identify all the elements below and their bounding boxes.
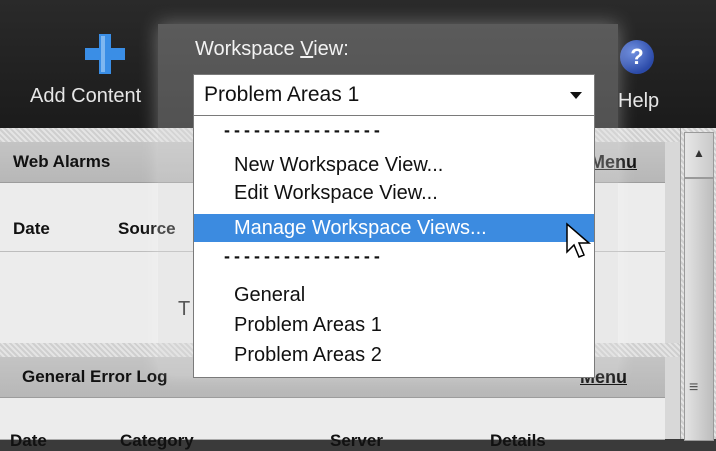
- column-header-date[interactable]: Date: [10, 431, 47, 451]
- web-alarms-title: Web Alarms: [13, 152, 111, 171]
- workspace-view-dropdown[interactable]: Problem Areas 1: [193, 74, 595, 116]
- view-option-problem-areas-2[interactable]: Problem Areas 2: [194, 341, 594, 369]
- separator: ----------------: [224, 120, 384, 140]
- workspace-view-label: Workspace View:: [195, 38, 349, 60]
- column-header-date[interactable]: Date: [13, 219, 50, 239]
- plus-icon: [85, 34, 125, 74]
- separator: ----------------: [224, 246, 384, 266]
- manage-workspace-views-option[interactable]: Manage Workspace Views...: [194, 214, 594, 242]
- general-error-log-body: Date Category Server Details: [0, 398, 665, 450]
- column-header-details[interactable]: Details: [490, 431, 546, 451]
- help-label: Help: [618, 90, 660, 112]
- new-workspace-view-option[interactable]: New Workspace View...: [194, 151, 594, 179]
- scroll-thumb[interactable]: ≡: [684, 178, 714, 441]
- column-header-server[interactable]: Server: [330, 431, 383, 451]
- chevron-down-icon[interactable]: [570, 92, 582, 99]
- general-error-log-title: General Error Log: [22, 367, 168, 386]
- column-header-category[interactable]: Category: [120, 431, 194, 451]
- add-content-label: Add Content: [30, 85, 142, 107]
- grip-icon: ≡: [689, 379, 699, 396]
- mouse-pointer-icon: [566, 222, 592, 258]
- vertical-scrollbar[interactable]: ▲ ≡: [680, 128, 716, 441]
- help-button[interactable]: ? Help: [612, 38, 672, 118]
- selected-workspace-view: Problem Areas 1: [204, 83, 360, 106]
- view-option-problem-areas-1[interactable]: Problem Areas 1: [194, 311, 594, 339]
- scroll-up-button[interactable]: ▲: [684, 132, 714, 178]
- workspace-view-options: ---------------- New Workspace View... E…: [193, 116, 595, 378]
- view-option-general[interactable]: General: [194, 281, 594, 309]
- help-icon: ?: [620, 40, 654, 74]
- edit-workspace-view-option[interactable]: Edit Workspace View...: [194, 179, 594, 207]
- chevron-up-icon: ▲: [693, 146, 705, 160]
